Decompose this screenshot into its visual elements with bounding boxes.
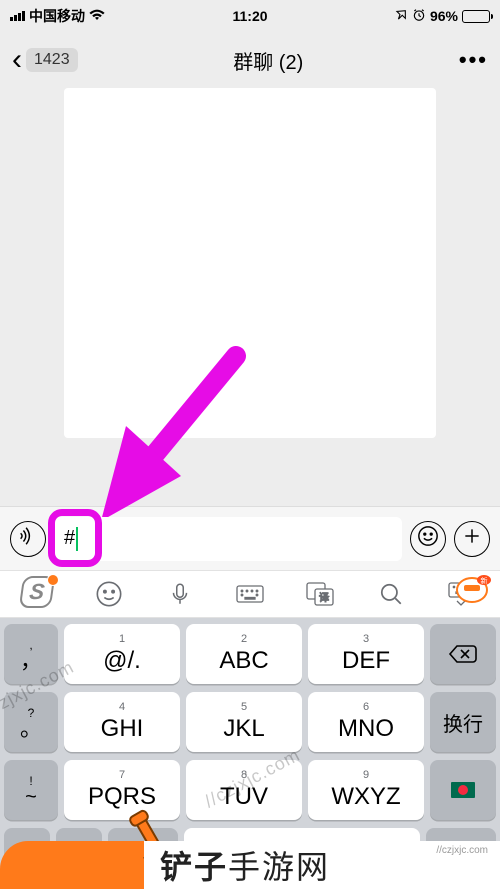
location-icon — [395, 8, 408, 24]
backspace-icon — [448, 643, 478, 665]
key-6[interactable]: 6MNO — [308, 692, 424, 752]
new-feature-badge[interactable]: 新 — [456, 572, 492, 604]
key-5[interactable]: 5JKL — [186, 692, 302, 752]
key-backspace[interactable] — [430, 624, 496, 684]
svg-text:译: 译 — [319, 592, 329, 604]
signal-icon — [10, 11, 25, 21]
svg-text:新: 新 — [481, 576, 488, 585]
key-question[interactable]: ?。 — [4, 692, 58, 752]
battery-pct: 96% — [430, 8, 458, 24]
more-button[interactable]: ••• — [459, 47, 488, 73]
key-9[interactable]: 9WXYZ — [308, 760, 424, 820]
back-button[interactable]: ‹ 1423 — [12, 45, 78, 75]
emoji-button[interactable] — [410, 521, 446, 557]
status-bar: 中国移动 11:20 96% — [0, 0, 500, 32]
input-bar: # — [0, 506, 500, 570]
search-icon — [378, 581, 404, 607]
brand-bar: 铲子手游网 //czjxjc.com — [0, 841, 500, 889]
unread-badge: 1423 — [26, 48, 78, 72]
message-input[interactable]: # — [54, 517, 402, 561]
text-cursor — [76, 527, 78, 551]
key-2[interactable]: 2ABC — [186, 624, 302, 684]
ime-translate-button[interactable]: 译 — [298, 576, 342, 612]
translate-icon: 译 — [305, 581, 335, 607]
key-exclaim[interactable]: !~ — [4, 760, 58, 820]
plus-button[interactable] — [454, 521, 490, 557]
smile-icon — [417, 525, 439, 552]
message-bubble[interactable] — [64, 88, 436, 438]
carrier-label: 中国移动 — [29, 6, 85, 26]
nav-bar: ‹ 1423 群聊 (2) ••• — [0, 32, 500, 88]
brand-url: //czjxjc.com — [436, 845, 488, 856]
brand-name: 铲子手游网 //czjxjc.com — [144, 841, 500, 889]
keyboard-icon — [235, 582, 265, 606]
key-1[interactable]: 1@/. — [64, 624, 180, 684]
status-right: 96% — [395, 8, 490, 25]
voice-toggle-button[interactable] — [10, 521, 46, 557]
chevron-left-icon: ‹ — [12, 45, 22, 75]
page-title: 群聊 (2) — [233, 46, 303, 75]
ime-toolbar: S 译 — [0, 570, 500, 618]
status-left: 中国移动 — [10, 6, 105, 26]
key-comma[interactable]: ,， — [4, 624, 58, 684]
key-return[interactable]: 换行 — [430, 692, 496, 752]
ime-emoji-button[interactable] — [87, 576, 131, 612]
ime-keyboard-button[interactable] — [228, 576, 272, 612]
clock: 11:20 — [232, 8, 267, 24]
plus-icon — [462, 526, 482, 551]
sound-wave-icon — [17, 525, 39, 552]
smile-icon — [95, 580, 123, 608]
key-flag[interactable] — [430, 760, 496, 820]
key-4[interactable]: 4GHI — [64, 692, 180, 752]
battery-icon — [462, 10, 490, 23]
input-value: # — [64, 527, 75, 550]
sogou-logo-button[interactable]: S — [17, 576, 61, 612]
key-8[interactable]: 8TUV — [186, 760, 302, 820]
key-3[interactable]: 3DEF — [308, 624, 424, 684]
microphone-icon — [167, 581, 193, 607]
ime-voice-button[interactable] — [158, 576, 202, 612]
wifi-icon — [89, 8, 105, 24]
sogou-logo-icon: S — [21, 576, 57, 612]
ime-search-button[interactable] — [369, 576, 413, 612]
alarm-icon — [412, 8, 426, 25]
chat-area[interactable] — [0, 88, 500, 506]
flag-icon — [451, 782, 475, 798]
